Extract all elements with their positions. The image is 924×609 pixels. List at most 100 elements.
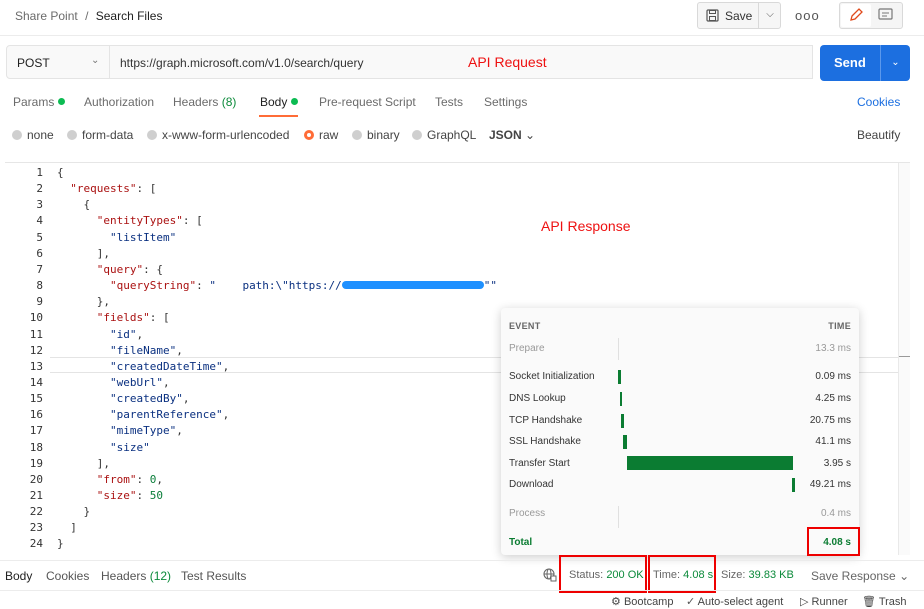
- active-dot-icon: [58, 98, 66, 105]
- radio-graphql[interactable]: GraphQL: [412, 128, 476, 142]
- line-number: 5: [36, 230, 43, 244]
- runner-button[interactable]: ▷ Runner: [800, 595, 848, 608]
- active-tab-underline: [259, 115, 298, 117]
- send-button[interactable]: Send ⌄: [820, 45, 910, 81]
- chevron-down-icon[interactable]: ⌵: [758, 3, 781, 28]
- bar-dns-lookup: [620, 392, 622, 406]
- line-number: 4: [36, 214, 43, 228]
- code-line: "size": [109, 440, 150, 454]
- api-request-annotation: API Request: [468, 54, 547, 70]
- line-number: 2: [36, 182, 43, 196]
- code-line: }: [57, 537, 64, 551]
- time-ssl-handshake: 41.1 ms: [815, 436, 851, 447]
- cookies-link[interactable]: Cookies: [857, 95, 900, 109]
- total-highlight-box: [807, 527, 860, 556]
- api-response-annotation: API Response: [541, 218, 631, 234]
- bar-socket-initialization: [618, 370, 621, 384]
- event-socket-initialization: Socket Initialization: [509, 371, 595, 382]
- radio-binary[interactable]: binary: [352, 128, 400, 142]
- more-options-button[interactable]: ooo: [795, 8, 820, 23]
- bar-tcp-handshake: [621, 414, 624, 428]
- radio-form-data[interactable]: form-data: [67, 128, 133, 142]
- line-number: 6: [36, 246, 43, 260]
- line-gutter: 1 2 3 4 5 6 7 8 9 10 11 12 13 14 15 16 17 18 19 20 21 22 23 24: [5, 163, 43, 556]
- method-value: POST: [17, 56, 50, 70]
- event-prepare: Prepare: [509, 343, 545, 354]
- auto-select-agent-button[interactable]: ✓ Auto-select agent: [686, 595, 783, 608]
- response-tab-test-results[interactable]: Test Results: [181, 569, 246, 583]
- breadcrumb-separator: /: [85, 9, 89, 23]
- view-toggle: [839, 2, 903, 29]
- time-header: TIME: [828, 321, 851, 331]
- response-tab-headers[interactable]: Headers (12): [101, 569, 171, 583]
- response-tabs: Body Cookies Headers (12) Test Results S…: [0, 560, 924, 589]
- line-number: 11: [29, 327, 43, 341]
- bar-transfer-start: [627, 456, 793, 470]
- response-tab-cookies[interactable]: Cookies: [46, 569, 89, 583]
- chevron-down-icon[interactable]: ⌄: [880, 45, 910, 81]
- code-line: "listItem": [109, 230, 177, 244]
- code-line: "query": {: [96, 262, 163, 276]
- editor-scrollbar[interactable]: [898, 163, 910, 555]
- breadcrumb-current: Search Files: [95, 9, 163, 23]
- code-line: "entityTypes": [: [96, 214, 203, 228]
- save-response-button[interactable]: Save Response ⌄: [811, 569, 909, 583]
- tab-pre-request-script[interactable]: Pre-request Script: [319, 95, 416, 109]
- response-time-popup: EVENT TIME Prepare 13.3 ms Socket Initia…: [501, 308, 859, 555]
- line-number: 8: [36, 279, 43, 293]
- line-number: 14: [29, 375, 43, 389]
- event-download: Download: [509, 479, 554, 490]
- tab-headers[interactable]: Headers (8): [173, 95, 236, 109]
- trash-button[interactable]: 🗑 Trash: [862, 595, 907, 608]
- line-number: 20: [29, 472, 43, 486]
- time-transfer-start: 3.95 s: [823, 458, 851, 469]
- event-header: EVENT: [509, 321, 541, 331]
- code-line: {: [57, 166, 64, 179]
- breadcrumb-parent[interactable]: Share Point: [15, 9, 78, 23]
- event-transfer-start: Transfer Start: [509, 458, 570, 469]
- size-indicator[interactable]: Size: 39.83 KB: [721, 569, 794, 581]
- globe-icon[interactable]: [543, 568, 557, 585]
- time-tcp-handshake: 20.75 ms: [809, 415, 851, 426]
- method-select[interactable]: POST ⌄: [6, 45, 110, 79]
- response-tab-body[interactable]: Body: [5, 569, 32, 583]
- radio-raw[interactable]: raw: [304, 128, 338, 142]
- code-line: "createdBy",: [109, 392, 190, 406]
- edit-icon[interactable]: [841, 4, 871, 27]
- bar-download: [792, 478, 795, 492]
- breadcrumb: Share Point / Search Files: [15, 9, 162, 23]
- url-value: https://graph.microsoft.com/v1.0/search/…: [120, 56, 364, 70]
- tab-body[interactable]: Body: [260, 95, 299, 109]
- comment-icon[interactable]: [878, 8, 894, 25]
- total-label: Total: [509, 537, 533, 548]
- line-number: 16: [29, 408, 43, 422]
- time-download: 49.21 ms: [809, 479, 851, 490]
- radio-none[interactable]: none: [12, 128, 54, 142]
- active-dot-icon: [291, 98, 299, 105]
- code-line: "requests": [: [70, 182, 157, 196]
- code-line: "fields": [: [96, 311, 170, 325]
- chevron-down-icon: ⌄: [91, 55, 100, 66]
- code-line: "webUrl",: [109, 375, 170, 389]
- save-button[interactable]: Save ⌵: [697, 2, 781, 29]
- code-line: "parentReference",: [109, 408, 230, 422]
- chevron-down-icon: ⌄: [899, 569, 910, 583]
- status-bar: ⚙ Bootcamp ✓ Auto-select agent ▷ Runner …: [0, 590, 924, 609]
- url-input[interactable]: https://graph.microsoft.com/v1.0/search/…: [109, 45, 813, 79]
- radio-x-www-form-urlencoded[interactable]: x-www-form-urlencoded: [147, 128, 289, 142]
- tab-authorization[interactable]: Authorization: [84, 95, 154, 109]
- tab-settings[interactable]: Settings: [484, 95, 527, 109]
- tab-params[interactable]: Params: [13, 95, 66, 109]
- runner-icon: ▷: [800, 596, 809, 608]
- time-prepare: 13.3 ms: [815, 343, 851, 354]
- event-ssl-handshake: SSL Handshake: [509, 436, 581, 447]
- code-line: "queryString": " path:\"https://"": [109, 279, 498, 293]
- beautify-link[interactable]: Beautify: [857, 128, 900, 142]
- tab-tests[interactable]: Tests: [435, 95, 463, 109]
- event-tcp-handshake: TCP Handshake: [509, 415, 583, 426]
- line-number: 12: [29, 343, 43, 357]
- format-select[interactable]: JSON ⌄: [489, 128, 535, 142]
- save-label: Save: [725, 9, 753, 23]
- code-line: "id",: [109, 327, 144, 341]
- bootcamp-button[interactable]: ⚙ Bootcamp: [611, 595, 673, 608]
